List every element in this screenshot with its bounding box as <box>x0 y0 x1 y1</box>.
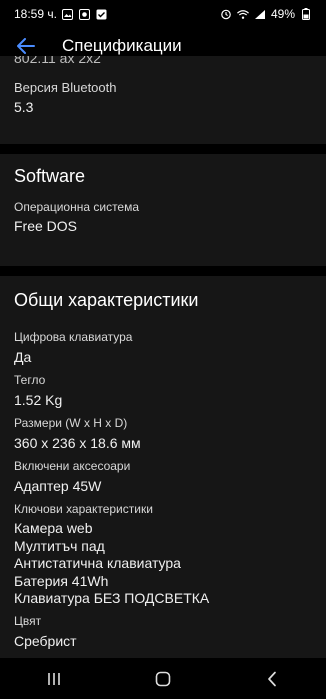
recent-apps-button[interactable] <box>34 664 74 694</box>
os-value: Free DOS <box>14 218 78 234</box>
key-features-label: Ключови характеристики <box>14 502 153 516</box>
dimensions-value: 360 x 236 x 18.6 мм <box>14 435 141 451</box>
signal-icon <box>254 8 266 20</box>
key-feature-item: Камера web <box>14 520 93 536</box>
key-feature-item: Батерия 41Wh <box>14 572 109 589</box>
specs-list[interactable]: 802.11 ax 2x2 Версия Bluetooth 5.3 Softw… <box>0 56 326 658</box>
back-chevron-icon <box>267 671 276 686</box>
back-nav-button[interactable] <box>252 664 292 694</box>
color-value: Сребрист <box>14 633 77 649</box>
home-button[interactable] <box>143 664 183 694</box>
battery-icon <box>300 8 312 20</box>
numpad-label: Цифрова клавиатура <box>14 330 133 344</box>
network-card: 802.11 ax 2x2 Версия Bluetooth 5.3 <box>0 56 326 144</box>
key-features-list: Камера web Мултитъч пад Антистатична кла… <box>0 520 209 608</box>
system-nav-bar <box>0 658 326 699</box>
weight-value: 1.52 Kg <box>14 392 63 408</box>
status-bar: 18:59 ч. 49% <box>0 0 326 28</box>
numpad-value: Да <box>14 349 32 365</box>
software-section-title: Software <box>14 166 86 186</box>
camera-icon <box>79 8 91 20</box>
battery-percent: 49% <box>270 7 295 21</box>
check-icon <box>96 8 108 20</box>
separator <box>0 144 326 154</box>
wifi-icon <box>237 8 249 20</box>
accessories-label: Включени аксесоари <box>14 459 131 473</box>
os-label: Операционна система <box>14 200 140 214</box>
key-feature-item: Клавиатура БЕЗ ПОДСВЕТКА <box>14 590 210 606</box>
dimensions-label: Размери (W x H x D) <box>14 416 128 430</box>
key-feature-item: Антистатична клавиатура <box>14 555 181 571</box>
separator <box>0 266 326 276</box>
general-card: Общи характеристики Цифрова клавиатура Д… <box>0 276 326 658</box>
page-title: Спецификации <box>62 36 182 55</box>
clock: 18:59 ч. <box>14 7 57 21</box>
bluetooth-version-label: Версия Bluetooth <box>14 80 117 95</box>
recent-apps-icon <box>48 672 61 685</box>
wifi-standard-value: 802.11 ax 2x2 <box>14 56 101 66</box>
back-button[interactable] <box>14 34 38 58</box>
gallery-icon <box>62 8 74 20</box>
software-card: Software Операционна система Free DOS <box>0 154 326 266</box>
bluetooth-version-value: 5.3 <box>14 99 34 115</box>
accessories-value: Адаптер 45W <box>14 478 102 494</box>
color-label: Цвят <box>14 614 42 628</box>
general-section-title: Общи характеристики <box>14 290 199 310</box>
back-arrow-icon <box>17 38 35 54</box>
weight-label: Тегло <box>14 373 46 387</box>
home-icon <box>155 671 171 686</box>
key-feature-item: Мултитъч пад <box>14 537 105 554</box>
alarm-icon <box>220 8 232 20</box>
